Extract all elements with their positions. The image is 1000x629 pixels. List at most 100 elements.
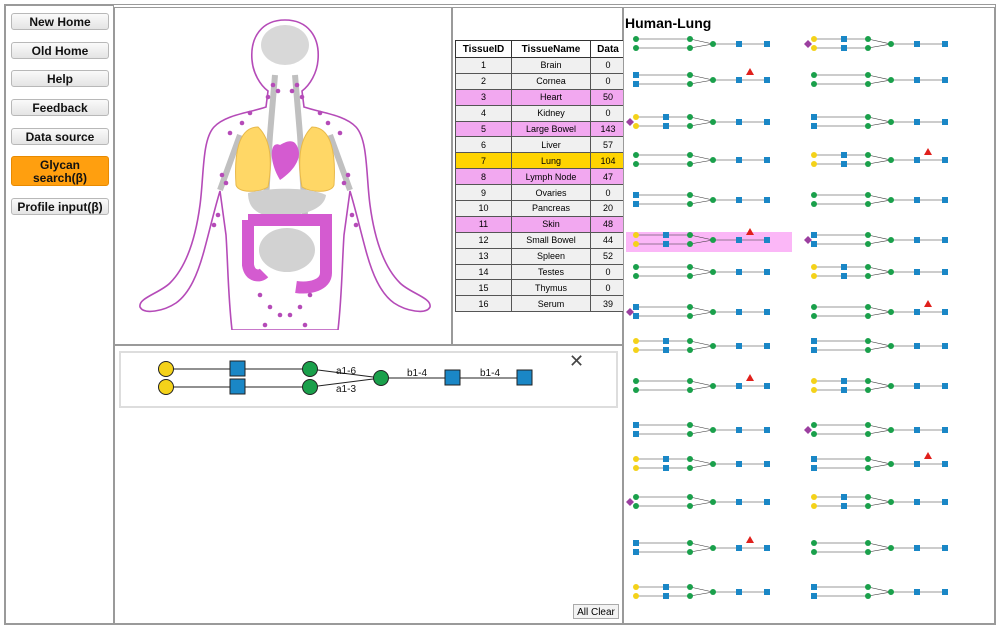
- glcnac-icon: [942, 157, 948, 163]
- galactose-icon: [811, 494, 817, 500]
- mannose-icon: [888, 197, 894, 203]
- glcnac-icon: [942, 383, 948, 389]
- mannose-icon: [865, 264, 871, 270]
- old-home-button[interactable]: Old Home: [11, 42, 109, 59]
- table-row[interactable]: 5 Large Bowel 143: [455, 120, 626, 138]
- mannose-icon: [888, 157, 894, 163]
- mannose-icon: [710, 427, 716, 433]
- mannose-icon: [865, 192, 871, 198]
- table-row[interactable]: 11 Skin 48: [455, 215, 626, 233]
- fucose-icon: [746, 536, 754, 543]
- table-row[interactable]: 13 Spleen 52: [455, 247, 626, 265]
- profile-input-button[interactable]: Profile input(β): [11, 198, 109, 215]
- table-cell-data: 0: [590, 57, 626, 74]
- galactose-icon: [811, 264, 817, 270]
- data-source-button[interactable]: Data source: [11, 128, 109, 145]
- table-row[interactable]: 14 Testes 0: [455, 263, 626, 281]
- glcnac-icon: [764, 119, 770, 125]
- table-cell-data: 0: [590, 263, 626, 281]
- table-cell-name: Spleen: [511, 247, 591, 265]
- glcnac-icon: [764, 589, 770, 595]
- table-row[interactable]: 15 Thymus 0: [455, 279, 626, 297]
- table-cell-id: 3: [455, 88, 512, 106]
- fucose-icon: [746, 68, 754, 75]
- table-row[interactable]: 16 Serum 39: [455, 295, 626, 313]
- table-row[interactable]: 2 Cornea 0: [455, 72, 626, 90]
- table-row[interactable]: 4 Kidney 0: [455, 104, 626, 122]
- mannose-icon: [633, 387, 639, 393]
- glcnac-icon: [229, 360, 246, 377]
- mannose-icon: [888, 269, 894, 275]
- human-body-map[interactable]: [130, 15, 440, 330]
- mannose-icon: [302, 379, 318, 395]
- new-home-button[interactable]: New Home: [11, 13, 109, 30]
- glcnac-icon: [633, 81, 639, 87]
- glcnac-icon: [736, 309, 742, 315]
- galactose-icon: [158, 379, 174, 395]
- table-row[interactable]: 12 Small Bowel 44: [455, 231, 626, 249]
- table-cell-name: Testes: [511, 263, 591, 281]
- glcnac-icon: [764, 499, 770, 505]
- table-cell-data: 52: [590, 247, 626, 265]
- table-cell-data: 0: [590, 72, 626, 90]
- glcnac-icon: [663, 114, 669, 120]
- mannose-icon: [687, 273, 693, 279]
- linkage-a16: a1-6: [336, 366, 356, 377]
- close-icon[interactable]: ✕: [569, 352, 584, 370]
- glcnac-icon: [914, 269, 920, 275]
- table-row[interactable]: 6 Liver 57: [455, 136, 626, 154]
- mannose-icon: [865, 387, 871, 393]
- glcnac-icon: [841, 387, 847, 393]
- table-cell-data: 39: [590, 295, 626, 313]
- table-row[interactable]: 10 Pancreas 20: [455, 200, 626, 217]
- glcnac-icon: [914, 427, 920, 433]
- mannose-icon: [710, 119, 716, 125]
- glcnac-icon: [736, 269, 742, 275]
- table-cell-id: 16: [455, 295, 512, 313]
- table-cell-name: Cornea: [511, 72, 591, 90]
- small-bowel: [259, 228, 315, 272]
- mannose-icon: [687, 540, 693, 546]
- table-cell-name: Serum: [511, 295, 591, 313]
- mannose-icon: [710, 383, 716, 389]
- glcnac-icon: [663, 593, 669, 599]
- table-row[interactable]: 7 Lung 104: [455, 152, 626, 170]
- mannose-icon: [302, 361, 318, 377]
- linkage-b14: b1-4: [480, 368, 500, 379]
- table-row[interactable]: 9 Ovaries 0: [455, 184, 626, 202]
- mannose-icon: [865, 378, 871, 384]
- all-clear-button[interactable]: All Clear: [573, 604, 619, 619]
- glcnac-icon: [764, 157, 770, 163]
- mannose-icon: [710, 197, 716, 203]
- glycan-search-label-2: search(β): [32, 171, 87, 185]
- feedback-button[interactable]: Feedback: [11, 99, 109, 116]
- mannose-icon: [687, 503, 693, 509]
- mannose-icon: [811, 313, 817, 319]
- glcnac-icon: [942, 309, 948, 315]
- galactose-icon: [633, 338, 639, 344]
- mannose-icon: [865, 123, 871, 129]
- help-button[interactable]: Help: [11, 70, 109, 87]
- brain: [261, 25, 309, 65]
- table-cell-name: Small Bowel: [511, 231, 591, 249]
- mannose-icon: [865, 81, 871, 87]
- glcnac-icon: [914, 237, 920, 243]
- glycan-result-list[interactable]: [626, 30, 992, 610]
- linkage-b14: b1-4: [407, 368, 427, 379]
- table-row[interactable]: 1 Brain 0: [455, 57, 626, 74]
- mannose-icon: [687, 152, 693, 158]
- glcnac-icon: [663, 584, 669, 590]
- mannose-icon: [865, 431, 871, 437]
- table-row[interactable]: 8 Lymph Node 47: [455, 168, 626, 186]
- mannose-icon: [710, 77, 716, 83]
- mannose-icon: [373, 370, 389, 386]
- mannose-icon: [687, 347, 693, 353]
- glycan-search-button[interactable]: Glycan search(β): [11, 156, 109, 186]
- mannose-icon: [687, 232, 693, 238]
- galactose-icon: [633, 123, 639, 129]
- query-glycan[interactable]: a1-6 a1-3 b1-4 b1-4: [150, 354, 550, 404]
- galactose-icon: [811, 152, 817, 158]
- glcnac-icon: [914, 499, 920, 505]
- table-row[interactable]: 3 Heart 50: [455, 88, 626, 106]
- glcnac-icon: [633, 304, 639, 310]
